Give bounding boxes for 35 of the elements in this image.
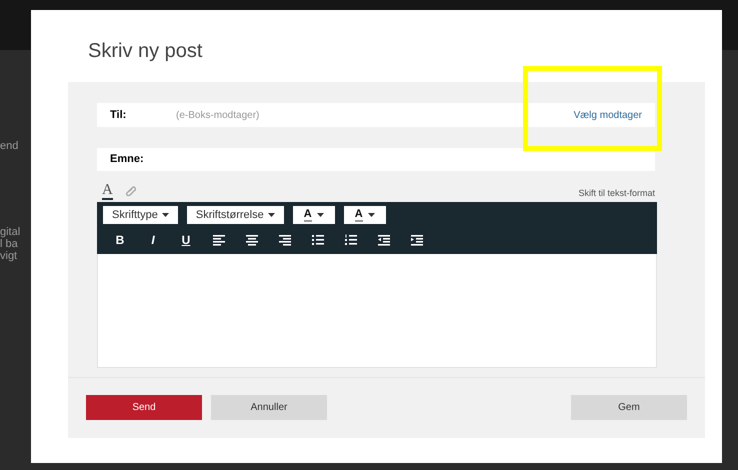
send-button[interactable]: Send [86, 395, 202, 420]
outdent-icon[interactable] [377, 234, 391, 246]
background-text: end [0, 140, 20, 152]
caret-icon [316, 213, 324, 217]
font-dropdown[interactable]: Skriftstørrelse [186, 206, 284, 224]
paperclip-icon[interactable] [124, 185, 137, 197]
background-text: l ba [0, 238, 19, 250]
indent-icon[interactable] [410, 234, 424, 246]
dialog-title: Skriv ny post [88, 39, 202, 64]
align-left-icon[interactable] [212, 234, 226, 246]
action-button[interactable]: Gem [571, 395, 687, 420]
underline-button[interactable]: U [179, 234, 193, 246]
color-dropdown[interactable]: A [292, 206, 335, 224]
align-right-icon[interactable] [278, 234, 292, 246]
subject-field[interactable]: Emne: [97, 148, 655, 171]
format-tab[interactable]: A [102, 182, 113, 200]
caret-icon [162, 213, 169, 217]
action-button[interactable]: Annuller [211, 395, 327, 420]
field-label: Til: [110, 108, 128, 123]
bold-button[interactable]: B [113, 234, 127, 246]
caret-icon [268, 213, 275, 217]
color-dropdown[interactable]: A [344, 206, 386, 224]
background-text: vigt [0, 250, 18, 262]
choose-recipient-link[interactable]: Vælg modtager [574, 108, 642, 122]
align-center-icon[interactable] [245, 234, 259, 246]
background-text: gital [0, 226, 22, 238]
bullet-list-icon[interactable] [311, 234, 325, 246]
font-dropdown[interactable]: Skrifttype [103, 206, 178, 224]
italic-button[interactable]: I [146, 234, 160, 246]
numbered-list-icon[interactable] [344, 234, 358, 246]
recipient-field[interactable]: Til: (e-Boks-modtager) Vælg modtager [97, 103, 655, 127]
switch-format-link[interactable]: Skift til tekst-format [578, 186, 655, 200]
placeholder-text: (e-Boks-modtager) [176, 108, 260, 122]
caret-icon [368, 213, 375, 217]
field-label: Emne: [110, 152, 144, 168]
